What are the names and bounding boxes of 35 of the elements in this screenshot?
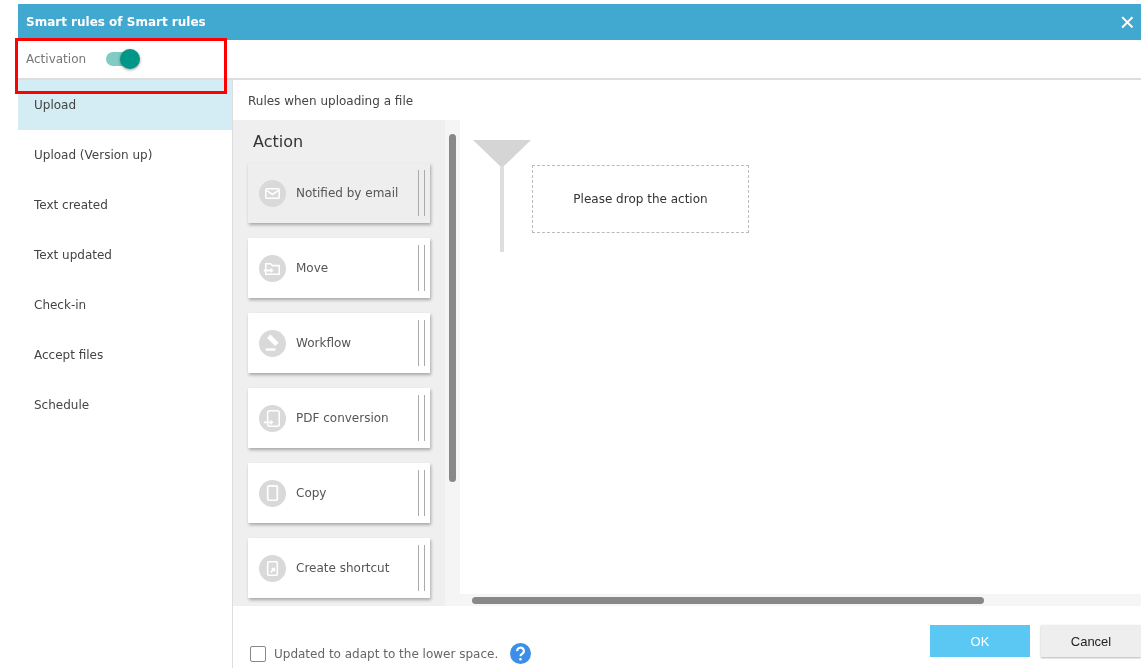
action-card[interactable]: PDF conversion [248,388,430,448]
drag-handle-icon[interactable] [418,245,425,291]
checkbox[interactable] [250,646,266,662]
sidebar-item[interactable]: Accept files [18,330,232,380]
action-title: Action [252,131,305,153]
shortcut-icon [259,554,286,582]
horizontal-scrollbar[interactable] [460,594,1141,606]
sidebar-item[interactable]: Check-in [18,280,232,330]
action-card[interactable]: Copy [248,463,430,523]
sidebar-item[interactable]: Schedule [18,380,232,430]
cancel-button[interactable]: Cancel [1041,625,1141,657]
action-card[interactable]: Notified by email [248,163,430,223]
gavel-icon [259,329,286,357]
sidebar-item[interactable]: Upload [18,80,232,130]
sidebar-item[interactable]: Upload (Version up) [18,130,232,180]
drag-handle-icon[interactable] [418,470,425,516]
activation-label: Activation [26,52,87,66]
drag-handle-icon[interactable] [418,320,425,366]
help-icon[interactable] [510,643,532,664]
rules-heading: Rules when uploading a file [247,93,415,110]
action-card[interactable]: Create shortcut [248,538,430,598]
action-card[interactable]: Move [248,238,430,298]
drag-handle-icon[interactable] [418,170,425,216]
sidebar-item[interactable]: Text updated [18,230,232,280]
envelope-icon [259,179,286,207]
drag-handle-icon[interactable] [418,395,425,441]
drag-handle-icon[interactable] [418,545,425,591]
vertical-scrollbar[interactable] [445,120,460,606]
document-icon [259,479,286,507]
drop-zone[interactable]: Please drop the action [532,165,749,233]
checkbox-label: Updated to adapt to the lower space. [274,647,499,661]
sidebar-item[interactable]: Text created [18,180,232,230]
window-title: Smart rules of Smart rules [26,15,207,29]
activation-toggle[interactable] [106,52,137,66]
action-card[interactable]: Workflow [248,313,430,373]
